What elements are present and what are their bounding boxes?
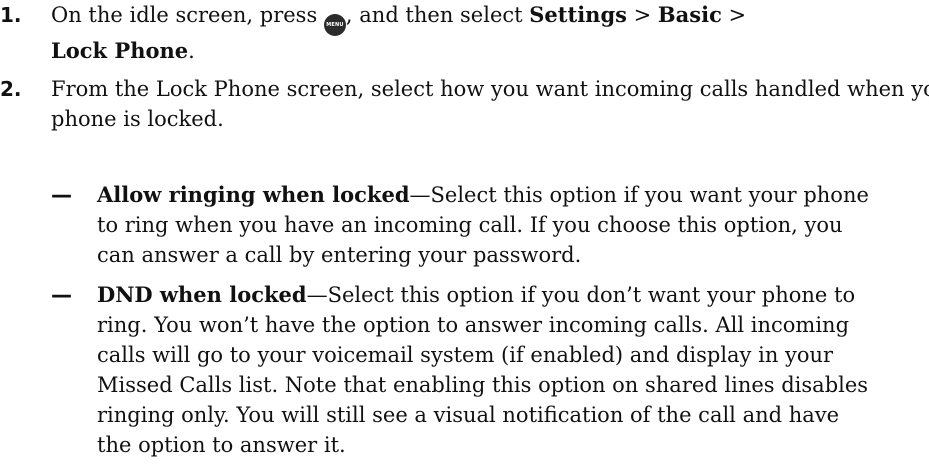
menu-path-basic: Basic [657,2,722,27]
bullet-dash: — [51,283,72,307]
option-title: Allow ringing when locked [97,182,410,207]
menu-key-icon: MENU [323,14,346,36]
step-text: , and then select [345,3,530,27]
step-number: 2. [0,77,22,101]
step-text: On the idle screen, press [51,3,324,27]
bullet-dash: — [51,183,72,207]
step-1: 1. On the idle screen, press MENU, and t… [0,0,929,66]
menu-path-separator: > [721,3,747,27]
step-number: 1. [0,3,22,27]
menu-path-settings: Settings [529,2,627,27]
menu-path-lock-phone: Lock Phone [51,38,189,63]
option-text: DND when locked—Select this option if yo… [97,280,877,460]
option-text: Allow ringing when locked—Select this op… [97,180,877,270]
menu-path-separator: > [626,3,658,27]
step-text: From the Lock Phone screen, select how y… [51,77,929,131]
option-title: DND when locked [97,282,307,307]
step-2: 2. From the Lock Phone screen, select ho… [0,74,929,134]
step-text-end: . [188,39,195,63]
option-description: —Select this option if you don’t want yo… [97,283,869,457]
